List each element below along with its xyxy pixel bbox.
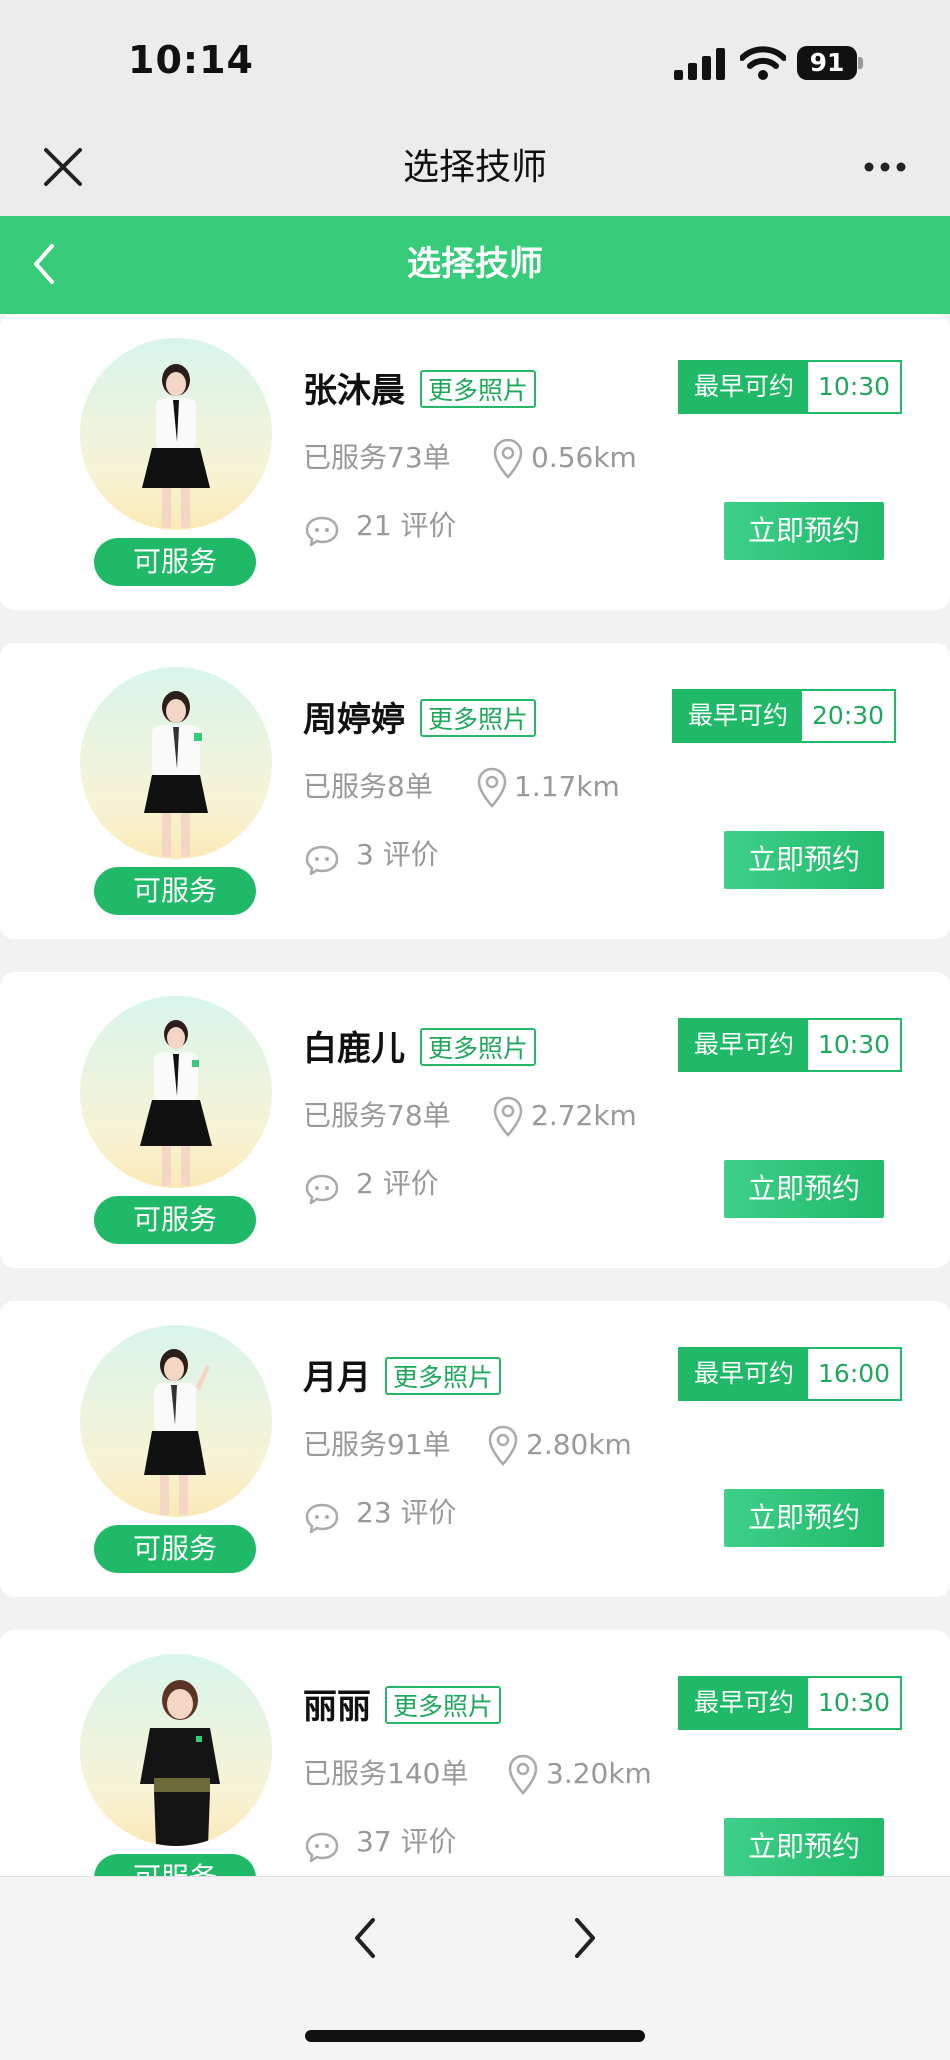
earliest-slot-label: 最早可约 [680, 1020, 809, 1070]
chat-bubble-icon [305, 1832, 339, 1862]
location-pin-icon [493, 1096, 523, 1137]
availability-badge: 可服务 [94, 1854, 256, 1876]
book-now-button[interactable]: 立即预约 [724, 1818, 884, 1876]
orders-served: 已服务73单 [303, 441, 451, 474]
earliest-slot: 最早可约 10:30 [678, 1676, 903, 1730]
book-now-button[interactable]: 立即预约 [724, 1489, 884, 1547]
availability-badge: 可服务 [94, 1525, 256, 1573]
location-pin-icon [493, 438, 523, 479]
technician-name: 白鹿儿 [303, 1029, 405, 1069]
earliest-slot-time: 16:00 [808, 1349, 901, 1399]
technician-name: 张沐晨 [303, 371, 405, 411]
earliest-slot-label: 最早可约 [680, 362, 809, 412]
review-count[interactable]: 23 评价 [356, 1493, 457, 1533]
earliest-slot: 最早可约 20:30 [672, 689, 897, 743]
technician-card: 可服务 白鹿儿 更多照片 最早可约 10:30 已服务78单 2.72km 2 … [0, 972, 950, 1268]
review-count[interactable]: 21 评价 [356, 506, 457, 546]
more-photos-link[interactable]: 更多照片 [420, 699, 537, 737]
book-now-button[interactable]: 立即预约 [724, 502, 884, 560]
cellular-signal-icon [674, 48, 725, 80]
review-count[interactable]: 37 评价 [356, 1822, 457, 1862]
book-now-button[interactable]: 立即预约 [724, 1160, 884, 1218]
technician-name: 月月 [303, 1358, 371, 1398]
availability-badge: 可服务 [94, 1196, 256, 1244]
technician-list: 可服务 张沐晨 更多照片 最早可约 10:30 已服务73单 0.56km 21… [0, 314, 950, 1876]
earliest-slot-time: 10:30 [808, 362, 901, 412]
wifi-icon [740, 46, 786, 80]
nav-title: 选择技师 [402, 147, 547, 188]
distance: 2.72km [531, 1099, 637, 1132]
orders-served: 已服务8单 [303, 770, 433, 803]
earliest-slot: 最早可约 10:30 [678, 1018, 903, 1072]
more-photos-link[interactable]: 更多照片 [385, 1686, 502, 1724]
orders-served: 已服务78单 [303, 1099, 451, 1132]
availability-badge: 可服务 [94, 867, 256, 915]
technician-card: 可服务 丽丽 更多照片 最早可约 10:30 已服务140单 3.20km 37… [0, 1630, 950, 1876]
technician-card: 可服务 周婷婷 更多照片 最早可约 20:30 已服务8单 1.17km 3 评… [0, 643, 950, 939]
earliest-slot: 最早可约 10:30 [678, 360, 903, 414]
earliest-slot-label: 最早可约 [680, 1678, 809, 1728]
location-pin-icon [508, 1754, 538, 1795]
earliest-slot-time: 20:30 [802, 691, 895, 741]
orders-served: 已服务91单 [303, 1428, 451, 1461]
review-count[interactable]: 3 评价 [356, 835, 439, 875]
more-dots-icon[interactable] [862, 150, 908, 184]
technician-avatar [80, 996, 272, 1188]
earliest-slot-time: 10:30 [808, 1020, 901, 1070]
technician-avatar [80, 667, 272, 859]
technician-card: 可服务 张沐晨 更多照片 最早可约 10:30 已服务73单 0.56km 21… [0, 314, 950, 610]
availability-badge: 可服务 [94, 538, 256, 586]
chat-bubble-icon [305, 516, 339, 546]
more-photos-link[interactable]: 更多照片 [385, 1357, 502, 1395]
technician-avatar [80, 1325, 272, 1517]
technician-card: 可服务 月月 更多照片 最早可约 16:00 已服务91单 2.80km 23 … [0, 1301, 950, 1597]
technician-avatar [80, 338, 272, 530]
more-photos-link[interactable]: 更多照片 [420, 1028, 537, 1066]
distance: 1.17km [514, 770, 620, 803]
earliest-slot-time: 10:30 [808, 1678, 901, 1728]
orders-served: 已服务140单 [303, 1757, 469, 1790]
distance: 2.80km [526, 1428, 632, 1461]
chevron-right-icon[interactable] [560, 1908, 610, 1968]
more-photos-link[interactable]: 更多照片 [420, 370, 537, 408]
technician-avatar [80, 1654, 272, 1846]
location-pin-icon [488, 1425, 518, 1466]
home-indicator [305, 2030, 645, 2042]
earliest-slot-label: 最早可约 [674, 691, 803, 741]
technician-name: 丽丽 [303, 1687, 371, 1727]
status-time: 10:14 [128, 38, 254, 82]
page-title: 选择技师 [407, 244, 543, 284]
chat-bubble-icon [305, 845, 339, 875]
earliest-slot-label: 最早可约 [680, 1349, 809, 1399]
technician-name: 周婷婷 [303, 700, 405, 740]
chat-bubble-icon [305, 1174, 339, 1204]
distance: 0.56km [531, 441, 637, 474]
review-count[interactable]: 2 评价 [356, 1164, 439, 1204]
earliest-slot: 最早可约 16:00 [678, 1347, 903, 1401]
chevron-left-icon[interactable] [340, 1908, 390, 1968]
battery-icon: 91 [797, 46, 865, 80]
book-now-button[interactable]: 立即预约 [724, 831, 884, 889]
battery-level: 91 [797, 46, 857, 80]
distance: 3.20km [546, 1757, 652, 1790]
location-pin-icon [477, 767, 507, 808]
chat-bubble-icon [305, 1503, 339, 1533]
